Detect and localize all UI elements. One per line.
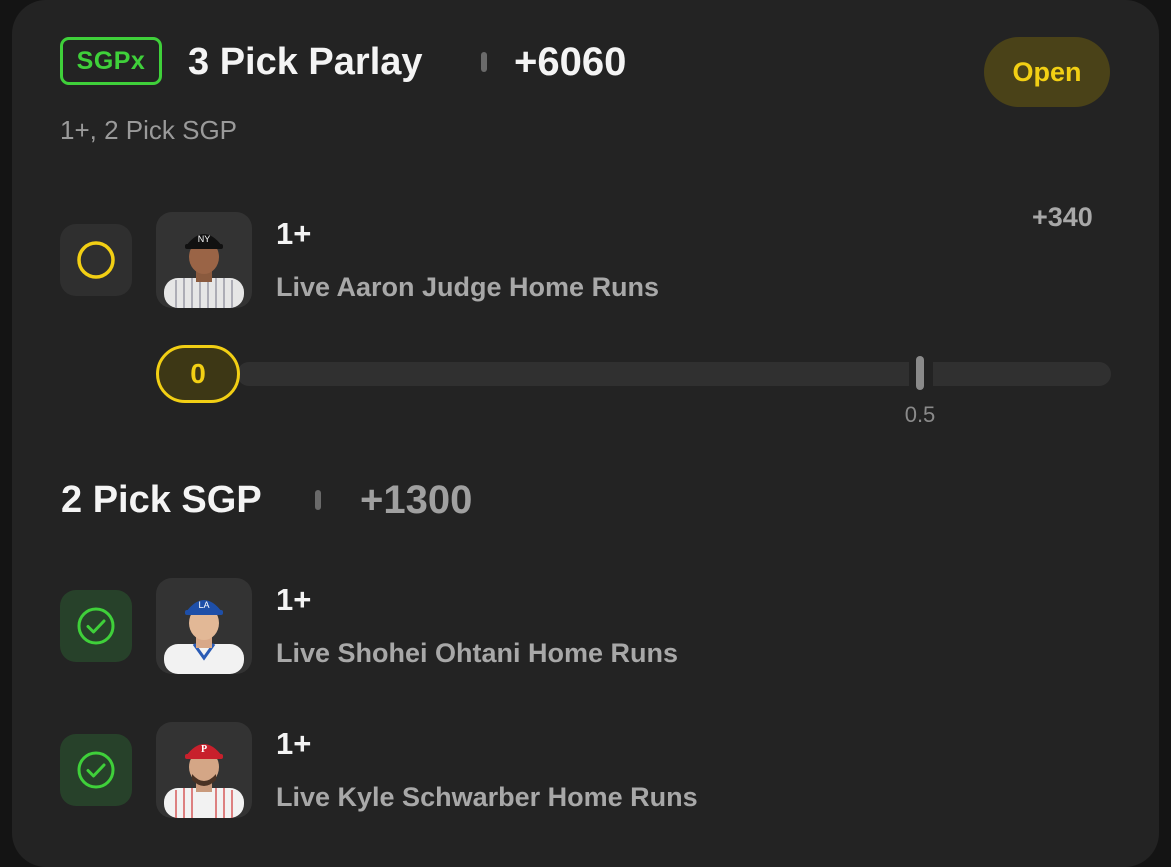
sgpx-badge: SGPx [60,37,162,85]
leg-line: 1+ [276,582,312,617]
leg-market: Live Aaron Judge Home Runs [276,272,660,302]
pending-circle-icon [77,241,115,279]
svg-text:LA: LA [198,600,209,610]
check-circle-icon [77,751,115,789]
sgp-odds: +1300 [360,478,473,522]
progress-current-pill: 0 [156,345,240,403]
bet-card: SGPx 3 Pick Parlay +6060 Open 1+, 2 Pick… [12,0,1159,867]
title-divider [481,52,487,72]
player-headshot-icon: NY [164,234,244,308]
leg-line: 1+ [276,216,312,251]
leg-status-pending [60,224,132,296]
status-badge: Open [984,37,1110,107]
leg-status-won [60,734,132,806]
player-avatar-ohtani: LA [156,578,252,674]
player-headshot-icon: LA [164,600,244,674]
player-avatar-schwarber: P [156,722,252,818]
parlay-title: 3 Pick Parlay [188,41,423,83]
svg-text:P: P [201,744,207,755]
leg-market: Live Shohei Ohtani Home Runs [276,638,679,668]
sgp-title: 2 Pick SGP [61,479,262,521]
leg-market: Live Kyle Schwarber Home Runs [276,782,698,812]
player-avatar-judge: NY [156,212,252,308]
leg-status-won [60,590,132,662]
leg-line: 1+ [276,726,312,761]
target-label: 0.5 [904,402,936,427]
check-circle-icon [77,607,115,645]
progress-track [237,362,1111,386]
target-tick [916,356,924,390]
parlay-subtitle: 1+, 2 Pick SGP [60,115,238,145]
player-headshot-icon: P [164,744,244,818]
parlay-odds: +6060 [514,40,627,84]
svg-text:NY: NY [198,234,211,244]
sgp-divider [315,490,321,510]
leg-odds: +340 [1032,202,1093,232]
